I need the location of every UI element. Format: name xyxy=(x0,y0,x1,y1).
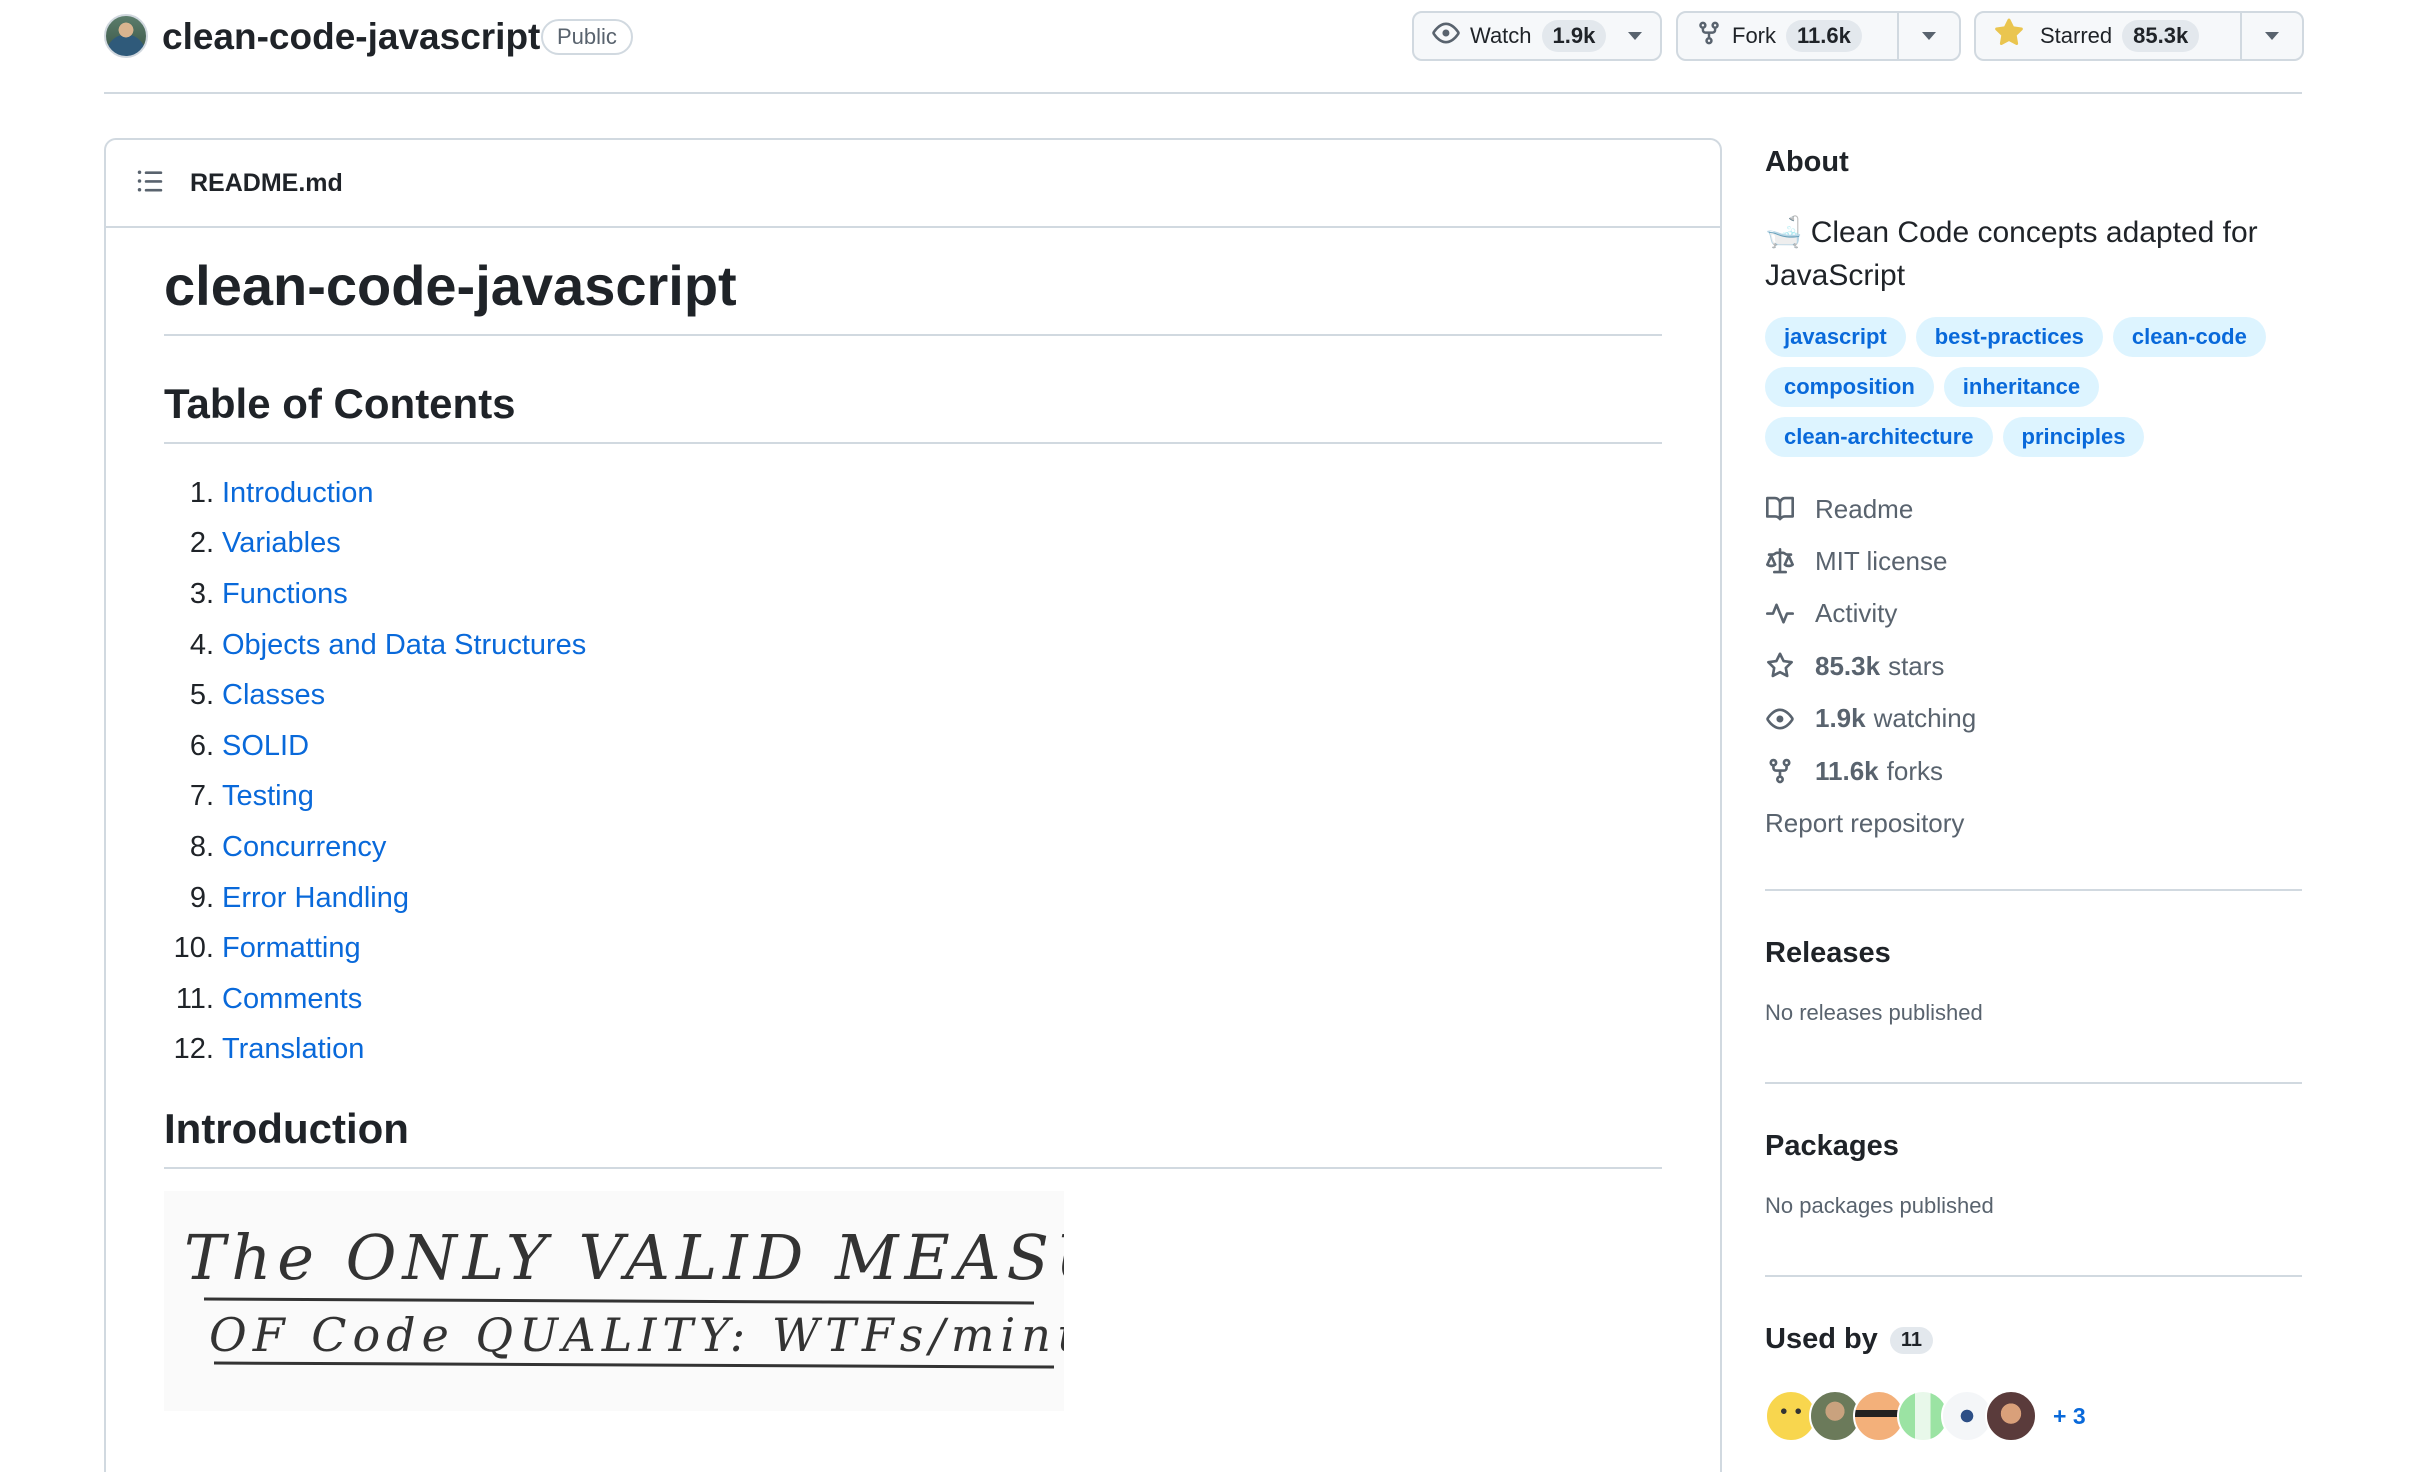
packages-heading[interactable]: Packages xyxy=(1765,1130,2302,1163)
watchers-link[interactable]: 1.9k watching xyxy=(1765,693,2302,745)
repo-meta-list: Readme MIT license Activity 85.3k stars 1… xyxy=(1765,483,2302,849)
repo-name-link[interactable]: clean-code-javascript xyxy=(162,14,540,60)
used-by-more-link[interactable]: + 3 xyxy=(2053,1403,2086,1430)
law-scale-icon xyxy=(1765,547,1795,577)
used-by-heading[interactable]: Used by 11 xyxy=(1765,1323,2302,1356)
image-caption-line2: OF Code QUALITY: WTFs/minute xyxy=(209,1308,1064,1362)
topic-list: javascript best-practices clean-code com… xyxy=(1765,317,2305,457)
fork-icon xyxy=(1696,20,1722,52)
toc-heading: Table of Contents xyxy=(164,376,1662,444)
toc-item: 6. SOLID xyxy=(189,729,310,763)
fork-icon xyxy=(1765,756,1795,786)
table-of-contents: 1. Introduction 2. Variables 3. Functions 4… xyxy=(164,468,1662,1075)
eye-icon xyxy=(1765,704,1795,734)
topic-tag[interactable]: best-practices xyxy=(1915,317,2103,357)
toc-item: 10. Formatting xyxy=(173,932,361,965)
toc-item: 7. Testing xyxy=(189,780,314,813)
activity-link[interactable]: Activity xyxy=(1765,588,2302,640)
releases-section: Releases No releases published xyxy=(1765,889,2302,1082)
toc-item: 2. Variables xyxy=(189,527,341,560)
chevron-down-icon xyxy=(1628,32,1643,40)
toc-link-classes[interactable]: Classes xyxy=(222,679,325,712)
topic-tag[interactable]: javascript xyxy=(1765,317,1906,357)
chevron-down-icon xyxy=(1922,32,1936,40)
toc-link-functions[interactable]: Functions xyxy=(222,578,348,611)
fork-button[interactable]: Fork 11.6k xyxy=(1678,13,1897,59)
toc-link-solid[interactable]: SOLID xyxy=(222,730,309,763)
toc-link-formatting[interactable]: Formatting xyxy=(222,932,361,965)
topic-tag[interactable]: principles xyxy=(2002,417,2145,457)
visibility-badge: Public xyxy=(541,19,633,55)
topic-tag[interactable]: clean-code xyxy=(2112,317,2266,357)
forks-link[interactable]: 11.6k forks xyxy=(1765,745,2302,797)
eye-icon xyxy=(1432,19,1460,53)
fork-button-group: Fork 11.6k xyxy=(1676,11,1961,61)
watch-count: 1.9k xyxy=(1541,20,1607,52)
packages-section: Packages No packages published xyxy=(1765,1082,2302,1275)
wtf-measurement-image: The ONLY VALID MEASUREMENT OF Code QUALI… xyxy=(164,1191,1440,1412)
about-heading: About xyxy=(1765,146,1849,178)
toc-item: 8. Concurrency xyxy=(189,830,387,864)
starred-button[interactable]: Starred 85.3k xyxy=(1976,13,2240,59)
toc-link-translation[interactable]: Translation xyxy=(222,1033,364,1066)
readme-panel: README.md clean-code-javascript Table of… xyxy=(104,138,1722,1472)
toc-link-introduction[interactable]: Introduction xyxy=(222,477,374,510)
bathtub-emoji-icon: 🛁 xyxy=(1765,216,1803,249)
watch-button-group: Watch 1.9k xyxy=(1412,11,1662,61)
image-caption-line1: The ONLY VALID MEASUREMENT xyxy=(184,1221,1064,1294)
used-by-count: 11 xyxy=(1889,1327,1933,1355)
repo-header: clean-code-javascript Public Watch 1.9k … xyxy=(104,0,2304,94)
book-icon xyxy=(1765,494,1795,524)
star-button-group: Starred 85.3k xyxy=(1974,11,2304,61)
owner-avatar[interactable] xyxy=(104,14,148,58)
about-description: 🛁 Clean Code concepts adapted for JavaSc… xyxy=(1765,216,2258,292)
toc-link-testing[interactable]: Testing xyxy=(222,780,314,813)
fork-dropdown-button[interactable] xyxy=(1897,13,1959,59)
star-count: 85.3k xyxy=(2122,20,2200,52)
star-filled-icon xyxy=(1994,18,2024,54)
list-outline-icon[interactable] xyxy=(136,167,164,200)
readme-link[interactable]: Readme xyxy=(1765,483,2302,535)
readme-filename[interactable]: README.md xyxy=(190,169,343,198)
starred-label: Starred xyxy=(2040,23,2113,48)
toc-link-concurrency[interactable]: Concurrency xyxy=(222,831,386,864)
toc-link-comments[interactable]: Comments xyxy=(222,983,362,1016)
packages-empty-text: No packages published xyxy=(1765,1193,1994,1219)
toc-item: 11. Comments xyxy=(175,982,363,1016)
used-by-section: Used by 11 + 3 xyxy=(1765,1275,2302,1472)
license-link[interactable]: MIT license xyxy=(1765,535,2302,587)
toc-link-variables[interactable]: Variables xyxy=(222,527,341,560)
toc-item: 5. Classes xyxy=(189,679,326,712)
chevron-down-icon xyxy=(2265,32,2279,40)
toc-item: 9. Error Handling xyxy=(189,881,409,915)
introduction-heading: Introduction xyxy=(164,1101,1662,1170)
fork-count: 11.6k xyxy=(1786,20,1862,52)
toc-item: 12. Translation xyxy=(173,1033,365,1066)
star-icon xyxy=(1765,651,1795,681)
readme-content: clean-code-javascript Table of Contents … xyxy=(106,228,1720,1416)
repo-sidebar: About 🛁 Clean Code concepts adapted for … xyxy=(1765,138,2302,1472)
stars-link[interactable]: 85.3k stars xyxy=(1765,640,2302,692)
readme-header: README.md xyxy=(106,140,1720,228)
releases-empty-text: No releases published xyxy=(1765,1000,1983,1026)
avatar[interactable] xyxy=(1985,1390,2037,1443)
topic-tag[interactable]: inheritance xyxy=(1943,367,2100,407)
pulse-icon xyxy=(1765,599,1795,629)
releases-heading[interactable]: Releases xyxy=(1765,937,2302,970)
toc-link-error-handling[interactable]: Error Handling xyxy=(222,882,409,915)
toc-item: 4. Objects and Data Structures xyxy=(189,628,587,662)
used-by-avatars: + 3 xyxy=(1765,1390,2302,1443)
watch-label: Watch xyxy=(1470,23,1532,48)
toc-item: 1. Introduction xyxy=(189,476,374,510)
toc-item: 3. Functions xyxy=(189,577,348,611)
star-dropdown-button[interactable] xyxy=(2240,13,2302,59)
readme-title: clean-code-javascript xyxy=(164,250,1662,336)
watch-button[interactable]: Watch 1.9k xyxy=(1414,13,1660,59)
toc-link-objects[interactable]: Objects and Data Structures xyxy=(222,629,586,662)
report-repository-link[interactable]: Report repository xyxy=(1765,797,2302,849)
fork-label: Fork xyxy=(1732,23,1776,48)
topic-tag[interactable]: composition xyxy=(1765,367,1934,407)
topic-tag[interactable]: clean-architecture xyxy=(1765,417,1993,457)
